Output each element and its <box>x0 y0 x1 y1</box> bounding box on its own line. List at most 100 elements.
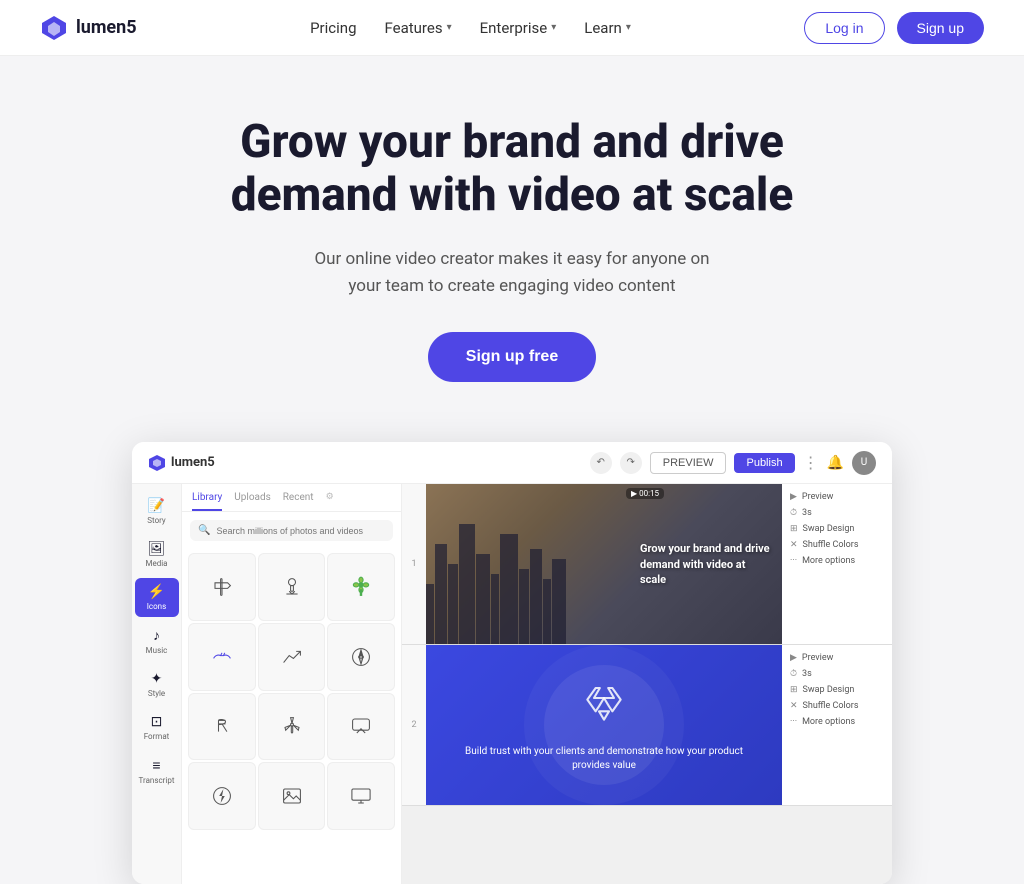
slide-2-opt-duration[interactable]: ⏱ 3s <box>790 669 884 679</box>
hero-subtext: Our online video creator makes it easy f… <box>312 246 712 300</box>
mockup-logo-icon <box>148 454 166 472</box>
icon-cell-chat[interactable] <box>327 693 395 761</box>
mockup-topbar: lumen5 ↶ ↷ PREVIEW Publish ⋮ 🔔 U <box>132 442 892 484</box>
tab-settings-icon[interactable]: ⚙ <box>326 492 334 511</box>
blue-slide-background: Build trust with your clients and demons… <box>426 645 782 805</box>
style-icon: ✦ <box>151 671 163 687</box>
icon-cell-microscope[interactable] <box>258 553 326 621</box>
publish-button[interactable]: Publish <box>734 453 794 473</box>
nav-item-enterprise[interactable]: Enterprise ▾ <box>480 19 557 37</box>
mockup-logo: lumen5 <box>148 454 215 472</box>
hero-section: Grow your brand and drive demand with vi… <box>0 56 1024 422</box>
blue-circles-decoration <box>544 665 664 785</box>
icon-grid <box>182 549 401 834</box>
nav-links: Pricing Features ▾ Enterprise ▾ Learn ▾ <box>310 19 631 37</box>
swap-icon-2: ⊞ <box>790 685 798 695</box>
user-avatar[interactable]: U <box>852 451 876 475</box>
enterprise-chevron-icon: ▾ <box>551 22 556 33</box>
timer-icon-2: ⏱ <box>790 669 797 679</box>
slide-1-number: 1 <box>402 484 426 644</box>
icon-cell-lightning[interactable] <box>188 762 256 830</box>
slide-2-opt-more[interactable]: ··· More options <box>790 717 884 727</box>
media-panel: Library Uploads Recent ⚙ 🔍 <box>182 484 402 884</box>
preview-button[interactable]: PREVIEW <box>650 452 727 474</box>
sidebar-item-music[interactable]: ♪ Music <box>135 621 179 661</box>
slide-timer: ▶ 00:15 <box>626 488 664 499</box>
sidebar-item-format[interactable]: ⊡ Format <box>135 708 179 747</box>
more-options-icon[interactable]: ⋮ <box>803 453 819 472</box>
hero-heading: Grow your brand and drive demand with vi… <box>202 116 822 222</box>
mockup-toolbar-actions: ↶ ↷ PREVIEW Publish ⋮ 🔔 U <box>590 451 876 475</box>
notification-icon[interactable]: 🔔 <box>827 455 844 471</box>
tab-uploads[interactable]: Uploads <box>234 492 270 511</box>
nav-actions: Log in Sign up <box>804 12 984 44</box>
icon-cell-signpost[interactable] <box>188 553 256 621</box>
redo-button[interactable]: ↷ <box>620 452 642 474</box>
slide-opt-duration[interactable]: ⏱ 3s <box>790 508 884 518</box>
login-button[interactable]: Log in <box>804 12 884 44</box>
undo-button[interactable]: ↶ <box>590 452 612 474</box>
sidebar-item-media[interactable]: 🖼 Media <box>135 535 179 574</box>
icon-cell-handshake[interactable] <box>188 623 256 691</box>
slide-2-number: 2 <box>402 645 426 805</box>
icon-cell-chart[interactable] <box>258 623 326 691</box>
features-chevron-icon: ▾ <box>447 22 452 33</box>
slide-2-opt-preview[interactable]: ▶ Preview <box>790 653 884 663</box>
tab-recent[interactable]: Recent <box>283 492 314 511</box>
sidebar-item-style[interactable]: ✦ Style <box>135 665 179 704</box>
timer-icon: ⏱ <box>790 508 797 518</box>
music-icon: ♪ <box>153 627 160 644</box>
icon-cell-windmill[interactable] <box>258 693 326 761</box>
swap-icon: ⊞ <box>790 524 798 534</box>
lumen5-logo-icon <box>40 14 68 42</box>
mockup-body: 📝 Story 🖼 Media ⚡ Icons ♪ Music ✦ St <box>132 484 892 884</box>
slide-1-options: ▶ Preview ⏱ 3s ⊞ Swap Design ✕ <box>782 484 892 644</box>
media-search: 🔍 <box>190 520 393 541</box>
more-icon: ··· <box>790 556 797 566</box>
slide-2-opt-swap-design[interactable]: ⊞ Swap Design <box>790 685 884 695</box>
hero-cta-button[interactable]: Sign up free <box>428 332 596 382</box>
navbar: lumen5 Pricing Features ▾ Enterprise ▾ L… <box>0 0 1024 56</box>
slide-2: 2 <box>402 645 892 806</box>
media-icon: 🖼 <box>148 541 166 557</box>
nav-brand-name: lumen5 <box>76 17 137 38</box>
slide-opt-preview[interactable]: ▶ Preview <box>790 492 884 502</box>
play-icon: ▶ <box>790 492 797 502</box>
sidebar-item-transcript[interactable]: ≡ Transcript <box>135 751 179 791</box>
slide-2-preview[interactable]: Build trust with your clients and demons… <box>426 645 782 805</box>
shuffle-icon: ✕ <box>790 540 798 550</box>
icon-cell-image[interactable] <box>258 762 326 830</box>
slide-2-options: ▶ Preview ⏱ 3s ⊞ Swap Design ✕ <box>782 645 892 805</box>
search-input[interactable] <box>216 526 385 536</box>
icon-cell-monitor[interactable] <box>327 762 395 830</box>
signup-nav-button[interactable]: Sign up <box>897 12 984 44</box>
icon-cell-flower[interactable] <box>327 553 395 621</box>
icons-icon: ⚡ <box>148 584 165 600</box>
nav-item-learn[interactable]: Learn ▾ <box>584 19 631 37</box>
slide-1-text-overlay: Grow your brand and drive demand with vi… <box>640 541 770 587</box>
more-icon-2: ··· <box>790 717 797 727</box>
slide-opt-swap-design[interactable]: ⊞ Swap Design <box>790 524 884 534</box>
format-icon: ⊡ <box>151 714 163 730</box>
sidebar-item-story[interactable]: 📝 Story <box>135 492 179 531</box>
city-background: Grow your brand and drive demand with vi… <box>426 484 782 644</box>
slide-2-opt-shuffle-colors[interactable]: ✕ Shuffle Colors <box>790 701 884 711</box>
panel-tabs: Library Uploads Recent ⚙ <box>182 484 401 512</box>
search-icon: 🔍 <box>198 525 210 536</box>
sidebar-item-icons[interactable]: ⚡ Icons <box>135 578 179 617</box>
mockup-wrapper: lumen5 ↶ ↷ PREVIEW Publish ⋮ 🔔 U 📝 Story <box>0 422 1024 884</box>
nav-logo[interactable]: lumen5 <box>40 14 137 42</box>
nav-item-features[interactable]: Features ▾ <box>385 19 452 37</box>
story-icon: 📝 <box>148 498 165 514</box>
slide-opt-more[interactable]: ··· More options <box>790 556 884 566</box>
slide-1: 1 <box>402 484 892 645</box>
icon-cell-rupee[interactable] <box>188 693 256 761</box>
nav-item-pricing[interactable]: Pricing <box>310 19 356 37</box>
shuffle-icon-2: ✕ <box>790 701 798 711</box>
mockup-container: lumen5 ↶ ↷ PREVIEW Publish ⋮ 🔔 U 📝 Story <box>132 442 892 884</box>
slide-opt-shuffle-colors[interactable]: ✕ Shuffle Colors <box>790 540 884 550</box>
slide-1-preview[interactable]: Grow your brand and drive demand with vi… <box>426 484 782 644</box>
tab-library[interactable]: Library <box>192 492 222 511</box>
learn-chevron-icon: ▾ <box>626 22 631 33</box>
icon-cell-compass[interactable] <box>327 623 395 691</box>
